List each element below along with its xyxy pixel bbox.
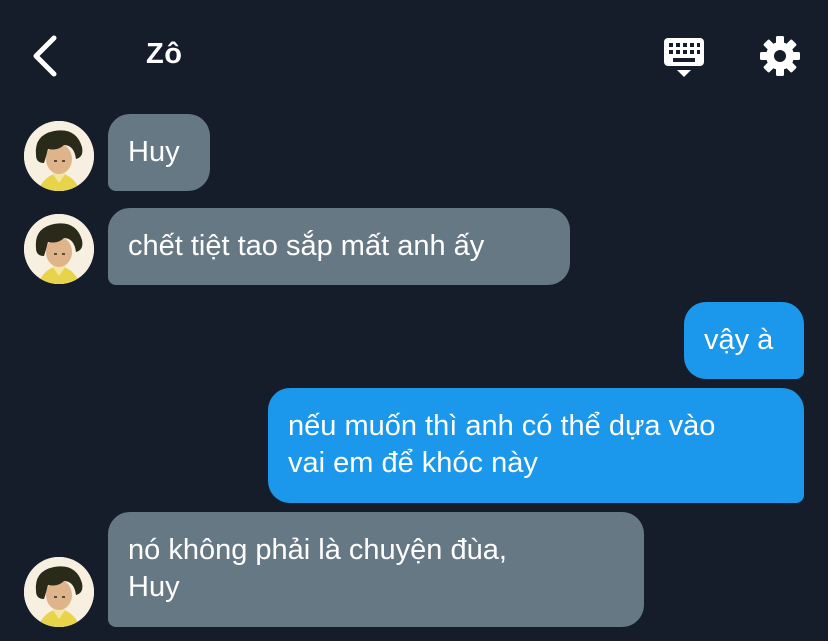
back-button[interactable] bbox=[24, 32, 68, 80]
message-bubble-outgoing[interactable]: vậy à bbox=[684, 302, 804, 379]
message-bubble-incoming[interactable]: nó không phải là chuyện đùa, Huy bbox=[108, 512, 644, 627]
settings-button[interactable] bbox=[756, 34, 804, 80]
avatar[interactable] bbox=[24, 557, 94, 627]
chat-header: Zô bbox=[0, 0, 828, 110]
keyboard-button[interactable] bbox=[660, 34, 708, 80]
avatar-image bbox=[24, 121, 94, 191]
avatar[interactable] bbox=[24, 214, 94, 284]
avatar-image bbox=[24, 557, 94, 627]
message-bubble-incoming[interactable]: chết tiệt tao sắp mất anh ấy bbox=[108, 208, 570, 285]
gear-icon bbox=[760, 36, 800, 76]
message-bubble-incoming[interactable]: Huy bbox=[108, 114, 210, 191]
message-text: vậy à bbox=[704, 324, 774, 356]
message-bubble-outgoing[interactable]: nếu muốn thì anh có thể dựa vào vai em đ… bbox=[268, 388, 804, 503]
chevron-left-icon bbox=[33, 35, 57, 77]
avatar-image bbox=[24, 214, 94, 284]
message-text: Huy bbox=[128, 136, 180, 168]
chat-title: Zô bbox=[146, 38, 183, 70]
message-text: nếu muốn thì anh có thể dựa vào vai em đ… bbox=[288, 410, 716, 479]
message-text: nó không phải là chuyện đùa, Huy bbox=[128, 534, 507, 603]
message-text: chết tiệt tao sắp mất anh ấy bbox=[128, 230, 485, 262]
keyboard-icon bbox=[664, 38, 704, 77]
avatar[interactable] bbox=[24, 121, 94, 191]
